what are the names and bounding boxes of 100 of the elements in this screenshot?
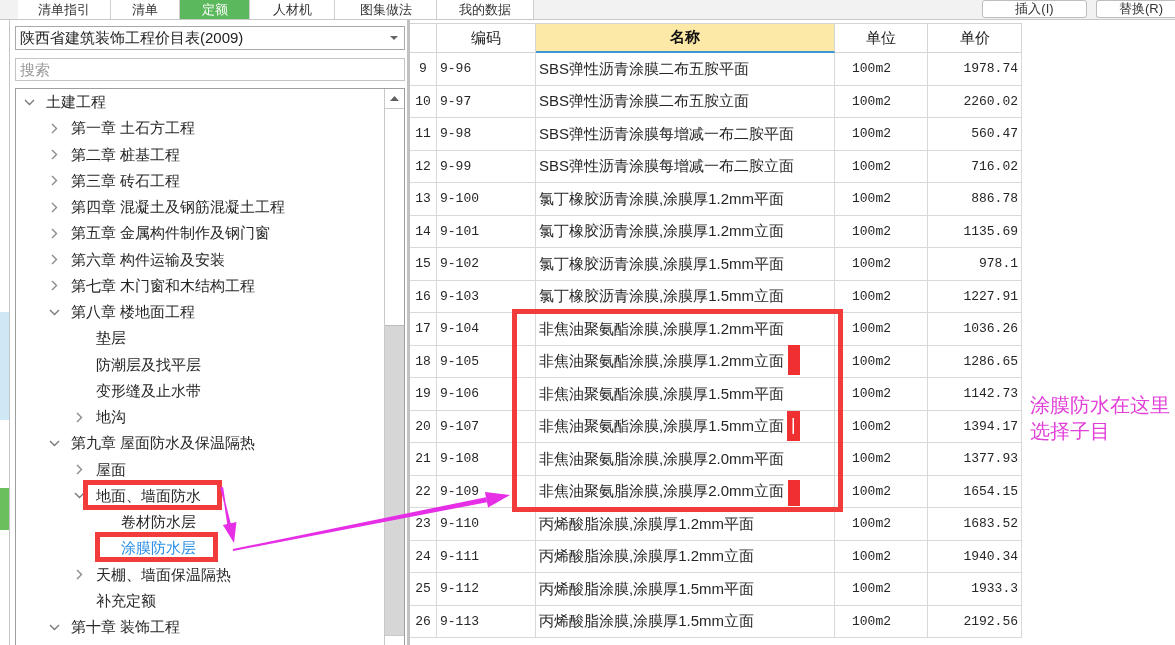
unit-cell: 100m2: [835, 53, 928, 86]
tree-item[interactable]: 变形缝及止水带: [96, 380, 201, 401]
tree-item[interactable]: 第二章 桩基工程: [71, 144, 181, 165]
scroll-up-button[interactable]: [385, 89, 404, 109]
price-cell: 886.78: [928, 183, 1022, 216]
name-cell[interactable]: 氯丁橡胶沥青涂膜,涂膜厚1.5mm平面: [536, 248, 835, 281]
code-cell: 9-100: [437, 183, 536, 216]
price-cell: 1940.34: [928, 540, 1022, 573]
toolbar-button[interactable]: 插入(I): [982, 0, 1087, 18]
code-cell: 9-105: [437, 345, 536, 378]
tab[interactable]: 我的数据: [437, 0, 534, 19]
price-cell: 1978.74: [928, 53, 1022, 86]
tree-item[interactable]: 屋面: [96, 459, 126, 480]
name-cell[interactable]: 非焦油聚氨酯涂膜,涂膜厚1.2mm平面: [536, 313, 835, 346]
row-number-cell: 9: [410, 53, 437, 86]
tree-item[interactable]: 地面、墙面防水: [96, 485, 201, 506]
tree-item[interactable]: 第九章 屋面防水及保温隔热: [71, 433, 256, 454]
caret-down-icon[interactable]: [390, 36, 398, 40]
name-cell[interactable]: SBS弹性沥青涂膜每增减一布二胺平面: [536, 118, 835, 151]
row-number-cell: 21: [410, 443, 437, 476]
chevron-right-icon[interactable]: [75, 464, 83, 476]
scrollbar-track[interactable]: [384, 89, 404, 645]
row-number-cell: 25: [410, 573, 437, 606]
name-cell[interactable]: 丙烯酸脂涂膜,涂膜厚1.2mm平面: [536, 508, 835, 541]
chevron-down-icon[interactable]: [73, 492, 85, 500]
tree-item[interactable]: 地沟: [96, 407, 126, 428]
tab[interactable]: 人材机: [250, 0, 335, 19]
toolbar-button[interactable]: 替换(R): [1096, 0, 1175, 18]
tree-item[interactable]: 第一章 土石方工程: [71, 118, 196, 139]
tree-item[interactable]: 土建工程: [46, 92, 106, 113]
code-cell: 9-102: [437, 248, 536, 281]
unit-cell: 100m2: [835, 280, 928, 313]
library-dropdown[interactable]: 陕西省建筑装饰工程价目表(2009): [15, 26, 405, 50]
price-cell: 1933.3: [928, 573, 1022, 606]
price-cell: 1142.73: [928, 378, 1022, 411]
chevron-right-icon[interactable]: [50, 122, 58, 134]
tree-item[interactable]: 天棚、墙面保温隔热: [96, 564, 231, 585]
name-cell[interactable]: 氯丁橡胶沥青涂膜,涂膜厚1.2mm立面: [536, 215, 835, 248]
row-number-cell: 10: [410, 85, 437, 118]
tab[interactable]: 清单指引: [18, 0, 111, 19]
unit-cell: 100m2: [835, 150, 928, 183]
name-cell[interactable]: 氯丁橡胶沥青涂膜,涂膜厚1.2mm平面: [536, 183, 835, 216]
row-number-cell: 18: [410, 345, 437, 378]
column-header[interactable]: 编码: [437, 24, 536, 53]
unit-cell: 100m2: [835, 540, 928, 573]
name-cell[interactable]: 丙烯酸脂涂膜,涂膜厚1.5mm平面: [536, 573, 835, 606]
search-field[interactable]: 搜索: [15, 58, 405, 81]
tab[interactable]: 清单: [111, 0, 180, 19]
tree-item[interactable]: 卷材防水层: [121, 512, 196, 533]
tab[interactable]: 图集做法: [335, 0, 437, 19]
tree-item[interactable]: 第六章 构件运输及安装: [71, 249, 226, 270]
tree-item[interactable]: 垫层: [96, 328, 126, 349]
chevron-right-icon[interactable]: [75, 411, 83, 423]
name-cell[interactable]: SBS弹性沥青涂膜二布五胺立面: [536, 85, 835, 118]
chevron-right-icon[interactable]: [50, 201, 58, 213]
name-cell[interactable]: SBS弹性沥青涂膜二布五胺平面: [536, 53, 835, 86]
tree-item[interactable]: 第四章 混凝土及钢筋混凝土工程: [71, 197, 286, 218]
tree-item[interactable]: 第八章 楼地面工程: [71, 302, 196, 323]
row-number-cell: 24: [410, 540, 437, 573]
chevron-right-icon[interactable]: [50, 149, 58, 161]
price-cell: 1036.26: [928, 313, 1022, 346]
tree-item[interactable]: 防潮层及找平层: [96, 354, 201, 375]
column-header[interactable]: 单位: [835, 24, 928, 53]
name-cell[interactable]: 非焦油聚氨脂涂膜,涂膜厚2.0mm平面: [536, 443, 835, 476]
scrollbar-thumb[interactable]: [385, 109, 404, 326]
chevron-right-icon[interactable]: [50, 175, 58, 187]
row-number-cell: 12: [410, 150, 437, 183]
price-cell: 2260.02: [928, 85, 1022, 118]
tree-item[interactable]: 第三章 砖石工程: [71, 170, 181, 191]
code-cell: 9-106: [437, 378, 536, 411]
chevron-down-icon[interactable]: [48, 623, 60, 631]
code-cell: 9-98: [437, 118, 536, 151]
chevron-down-icon[interactable]: [48, 308, 60, 316]
name-cell[interactable]: 丙烯酸脂涂膜,涂膜厚1.2mm立面: [536, 540, 835, 573]
price-cell: 978.1: [928, 248, 1022, 281]
chevron-right-icon[interactable]: [75, 569, 83, 581]
tree-item[interactable]: 第五章 金属构件制作及钢门窗: [71, 223, 271, 244]
chevron-down-icon[interactable]: [48, 439, 60, 447]
tree-item[interactable]: 涂膜防水层: [121, 538, 196, 559]
price-cell: 1377.93: [928, 443, 1022, 476]
name-cell[interactable]: SBS弹性沥青涂膜每增减一布二胺立面: [536, 150, 835, 183]
name-cell[interactable]: 非焦油聚氨酯涂膜,涂膜厚1.5mm平面: [536, 378, 835, 411]
price-cell: 1394.17: [928, 410, 1022, 443]
code-cell: 9-107: [437, 410, 536, 443]
column-header[interactable]: 单价: [928, 24, 1022, 53]
chevron-right-icon[interactable]: [50, 254, 58, 266]
name-cell[interactable]: 氯丁橡胶沥青涂膜,涂膜厚1.5mm立面: [536, 280, 835, 313]
code-cell: 9-108: [437, 443, 536, 476]
chevron-right-icon[interactable]: [50, 227, 58, 239]
chevron-down-icon[interactable]: [23, 98, 35, 106]
row-number-cell: 15: [410, 248, 437, 281]
name-cell[interactable]: 丙烯酸脂涂膜,涂膜厚1.5mm立面: [536, 605, 835, 638]
code-cell: 9-101: [437, 215, 536, 248]
tree-item[interactable]: 补充定额: [96, 590, 156, 611]
code-cell: 9-104: [437, 313, 536, 346]
tree-item[interactable]: 第十章 装饰工程: [71, 617, 181, 638]
row-number-cell: 11: [410, 118, 437, 151]
chevron-right-icon[interactable]: [50, 280, 58, 292]
tree-item[interactable]: 第七章 木门窗和木结构工程: [71, 275, 256, 296]
column-header[interactable]: 名称: [536, 24, 835, 53]
